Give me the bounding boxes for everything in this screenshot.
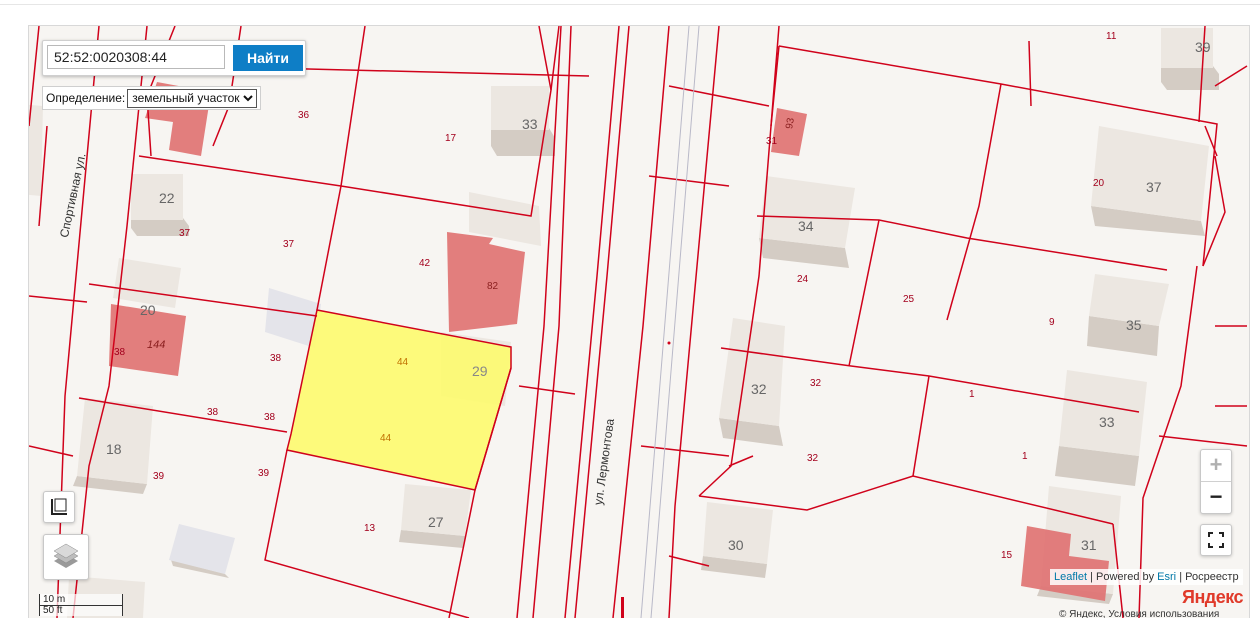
building-label: 29 <box>472 363 488 379</box>
parcel-label: 36 <box>298 110 310 121</box>
parcel-label: 42 <box>419 258 431 269</box>
parcel-label: 11 <box>1106 31 1117 42</box>
parcel-label: 44 <box>397 357 409 368</box>
building-label: 22 <box>159 190 175 206</box>
building <box>1161 28 1219 90</box>
building-label: 35 <box>1126 317 1142 333</box>
layers-button[interactable] <box>43 534 89 580</box>
parcel-label: 38 <box>207 407 219 418</box>
parcel-label: 25 <box>903 294 915 305</box>
building-label: 31 <box>1081 537 1097 553</box>
parcel-label: 39 <box>258 468 270 479</box>
find-button[interactable]: Найти <box>233 45 303 71</box>
powered-by-text: Powered by <box>1096 571 1155 583</box>
rosreestr-text: Росреестр <box>1185 571 1239 583</box>
cadastral-search-control: Найти <box>42 40 306 76</box>
parcel-label: 39 <box>153 471 165 482</box>
road-marker <box>621 597 624 618</box>
leaflet-link[interactable]: Leaflet <box>1054 571 1087 583</box>
building <box>29 104 43 196</box>
parcel-label: 32 <box>807 453 819 464</box>
parcel-label: 24 <box>797 274 809 285</box>
cadastral-map[interactable]: Спортивная ул. ул. Лермонтова 11 36 17 3… <box>28 25 1250 618</box>
yandex-logo[interactable]: Яндекс <box>1182 587 1244 608</box>
zoom-in-button[interactable]: + <box>1201 450 1231 482</box>
parcel-label: 38 <box>114 347 126 358</box>
page-top-divider <box>0 4 1260 5</box>
fullscreen-button[interactable] <box>1200 524 1232 556</box>
parcel-label: 17 <box>445 133 457 144</box>
building-label: 33 <box>1099 414 1115 430</box>
parcel-label: 1 <box>1022 451 1028 462</box>
parcel-label: 1 <box>969 389 975 400</box>
layers-icon <box>53 543 79 568</box>
building-label: 30 <box>728 537 744 553</box>
fullscreen-icon <box>1208 532 1224 548</box>
definition-select[interactable]: земельный участок <box>127 88 258 108</box>
point-marker <box>667 341 671 345</box>
measure-button[interactable] <box>43 491 75 523</box>
building-label: 93 <box>784 117 797 130</box>
zoom-out-button[interactable]: − <box>1201 482 1231 513</box>
map-canvas[interactable] <box>29 26 1249 618</box>
definition-control: Определение: земельный участок <box>42 86 262 110</box>
definition-label: Определение: <box>46 91 126 105</box>
parcel-label: 20 <box>1093 178 1105 189</box>
scale-control: 10 m 50 ft <box>39 594 123 616</box>
parcel-label: 13 <box>364 523 376 534</box>
building <box>1087 274 1169 356</box>
parcel-label: 31 <box>766 136 778 147</box>
building-label: 34 <box>798 218 814 234</box>
parcel-label: 38 <box>270 353 282 364</box>
building-label: 18 <box>106 441 122 457</box>
building-label: 20 <box>140 302 156 318</box>
parcel-label: 38 <box>264 412 276 423</box>
building-label: 33 <box>522 116 538 132</box>
building-label: 82 <box>487 281 499 292</box>
cadastral-number-input[interactable] <box>47 45 225 69</box>
map-attribution: Leaflet | Powered by Esri | Росреестр <box>1050 569 1243 585</box>
ruler-icon <box>51 498 67 515</box>
building-label: 37 <box>1146 179 1162 195</box>
building-label: 32 <box>751 381 767 397</box>
parcel-label: 37 <box>179 228 191 239</box>
building-label: 144 <box>147 339 166 351</box>
building-label: 27 <box>428 514 444 530</box>
parcel-label: 32 <box>810 378 822 389</box>
parcel-label: 37 <box>283 239 295 250</box>
parcel-label: 44 <box>380 433 392 444</box>
esri-link[interactable]: Esri <box>1157 571 1176 583</box>
parcel-label: 9 <box>1049 317 1055 328</box>
parcel-label: 15 <box>1001 550 1013 561</box>
scale-imperial: 50 ft <box>39 606 123 616</box>
building-label: 39 <box>1195 39 1211 55</box>
zoom-control: + − <box>1200 449 1232 514</box>
